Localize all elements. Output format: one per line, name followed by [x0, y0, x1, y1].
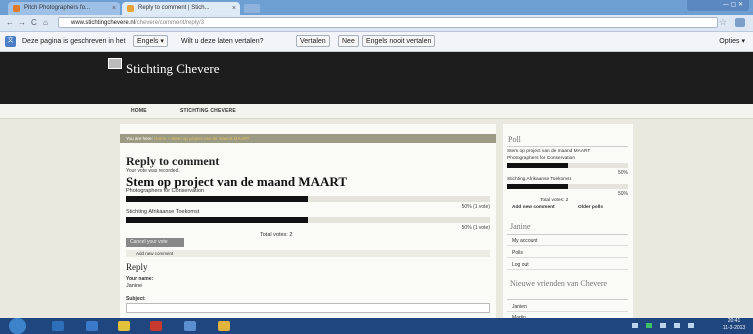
page-title: Reply to comment	[126, 154, 220, 168]
translate-icon: 文	[5, 36, 16, 47]
divider	[507, 146, 628, 147]
browser-menu-icon[interactable]	[735, 18, 745, 27]
poll-option-percent: 50% (1 vote)	[461, 225, 490, 231]
sidebar-poll-option-label: Photographers for Conservation	[507, 156, 575, 161]
user-menu-log-out[interactable]: Log out	[507, 260, 628, 270]
no-button[interactable]: Nee	[338, 35, 359, 47]
tray-icon[interactable]	[646, 323, 652, 328]
bookmark-star-icon[interactable]: ☆	[719, 17, 727, 28]
add-new-comment-link[interactable]: Add new comment	[126, 250, 490, 257]
user-menu-polls[interactable]: Polls	[507, 248, 628, 258]
sidebar-add-comment-link[interactable]: Add new comment	[512, 205, 555, 210]
sidebar-poll-option-label: Stichting Afrikaanse Toekomst	[507, 177, 571, 182]
window-controls[interactable]: — ▢ ✕	[687, 0, 749, 11]
translate-question: Wilt u deze laten vertalen?	[181, 38, 264, 45]
tab-label: Reply to comment | Stich...	[138, 5, 210, 11]
site-menu-bar	[0, 104, 753, 119]
poll-option-percent: 50% (1 vote)	[461, 204, 490, 210]
back-icon[interactable]: ←	[6, 18, 14, 28]
menu-item-stichting[interactable]: STICHTING CHEVERE	[180, 108, 236, 114]
breadcrumb-links[interactable]: Home » Stem op project van de maand MAAR…	[154, 136, 249, 141]
menu-item-home[interactable]: HOME	[131, 108, 147, 114]
poll-total-votes: Total votes: 2	[260, 232, 293, 238]
tab-label: Pitch Photographers fo...	[24, 5, 91, 11]
close-icon[interactable]: ×	[232, 2, 236, 15]
site-logo[interactable]	[108, 58, 122, 69]
signal-icon[interactable]	[674, 323, 680, 328]
sidebar-poll-bar-fill	[507, 184, 568, 189]
address-bar[interactable]: www.stichtingchevere.nl/chevere/comment/…	[58, 17, 718, 28]
friend-item[interactable]: Janien	[507, 302, 628, 312]
chrome-icon[interactable]	[118, 321, 130, 331]
divider	[507, 299, 628, 300]
network-icon[interactable]	[660, 323, 666, 328]
translate-message: Deze pagina is geschreven in het	[22, 38, 126, 45]
explorer-icon[interactable]	[52, 321, 64, 331]
poll-bar-fill	[126, 217, 308, 223]
reply-heading: Reply	[126, 262, 148, 272]
older-polls-link[interactable]: Older polls	[578, 205, 603, 210]
sidebar-poll-percent: 50%	[617, 191, 628, 197]
start-button[interactable]	[9, 318, 26, 334]
photo-viewer-icon[interactable]	[184, 321, 196, 331]
language-select[interactable]: Engels ▾	[133, 35, 168, 47]
sidebar-friends-heading: Nieuwe vrienden van Chevere	[510, 279, 608, 288]
subject-input[interactable]	[126, 303, 490, 313]
clock-date: 11-3-2013	[722, 325, 746, 331]
options-button[interactable]: Opties ▾	[719, 32, 745, 51]
pdf-reader-icon[interactable]	[150, 321, 162, 331]
user-menu-my-account[interactable]: My account	[507, 236, 628, 246]
favicon-icon	[13, 5, 20, 12]
reload-icon[interactable]: C	[31, 18, 37, 28]
sidebar-poll-title: Stem op project van de maand MAART	[507, 149, 591, 154]
forward-icon[interactable]: →	[18, 18, 26, 28]
your-name-label: Your name:	[126, 276, 154, 282]
home-icon[interactable]: ⌂	[43, 18, 48, 28]
clock-time: 20:41	[727, 318, 741, 324]
never-translate-button[interactable]: Engels nooit vertalen	[362, 35, 436, 47]
translate-button[interactable]: Vertalen	[296, 35, 330, 47]
address-path: /chevere/comment/reply/3	[135, 20, 205, 26]
sidebar-poll-percent: 50%	[617, 170, 628, 176]
volume-icon[interactable]	[688, 323, 694, 328]
poll-bar-fill	[126, 196, 308, 202]
favicon-icon	[127, 5, 134, 12]
breadcrumb-label: You are here:	[126, 136, 153, 141]
cancel-vote-button[interactable]: Cancel your vote	[126, 238, 184, 247]
program-icon[interactable]	[218, 321, 230, 331]
media-player-icon[interactable]	[86, 321, 98, 331]
translate-bar: 文 Deze pagina is geschreven in het Engel…	[0, 32, 753, 52]
breadcrumb: You are here: Home » Stem op project van…	[120, 134, 496, 143]
new-tab-button[interactable]	[244, 4, 260, 13]
your-name-value: Janine	[126, 283, 143, 289]
address-host: www.stichtingchevere.nl	[71, 20, 136, 26]
navigation-bar: ← → C ⌂ www.stichtingchevere.nl/chevere/…	[0, 15, 753, 32]
taskbar	[0, 318, 753, 334]
clock[interactable]: 20:41 11-3-2013	[719, 318, 749, 332]
sidebar-total-votes: Total votes: 2	[540, 198, 569, 203]
browser-tab-1[interactable]: Pitch Photographers fo... ×	[8, 2, 120, 15]
sidebar-user-heading: Janine	[510, 222, 531, 231]
subject-label: Subject:	[126, 296, 146, 302]
poll-option-label: Photographers for Conservation	[126, 188, 204, 194]
divider	[507, 234, 628, 235]
close-icon[interactable]: ×	[112, 2, 116, 15]
tray-icon[interactable]	[632, 323, 638, 328]
sidebar-poll-heading: Poll	[508, 135, 521, 144]
sidebar-poll-bar-fill	[507, 163, 568, 168]
poll-option-label: Stichting Afrikaanse Toekomst	[126, 209, 200, 215]
browser-tab-2-active[interactable]: Reply to comment | Stich... ×	[122, 2, 240, 15]
site-name[interactable]: Stichting Chevere	[126, 61, 220, 77]
